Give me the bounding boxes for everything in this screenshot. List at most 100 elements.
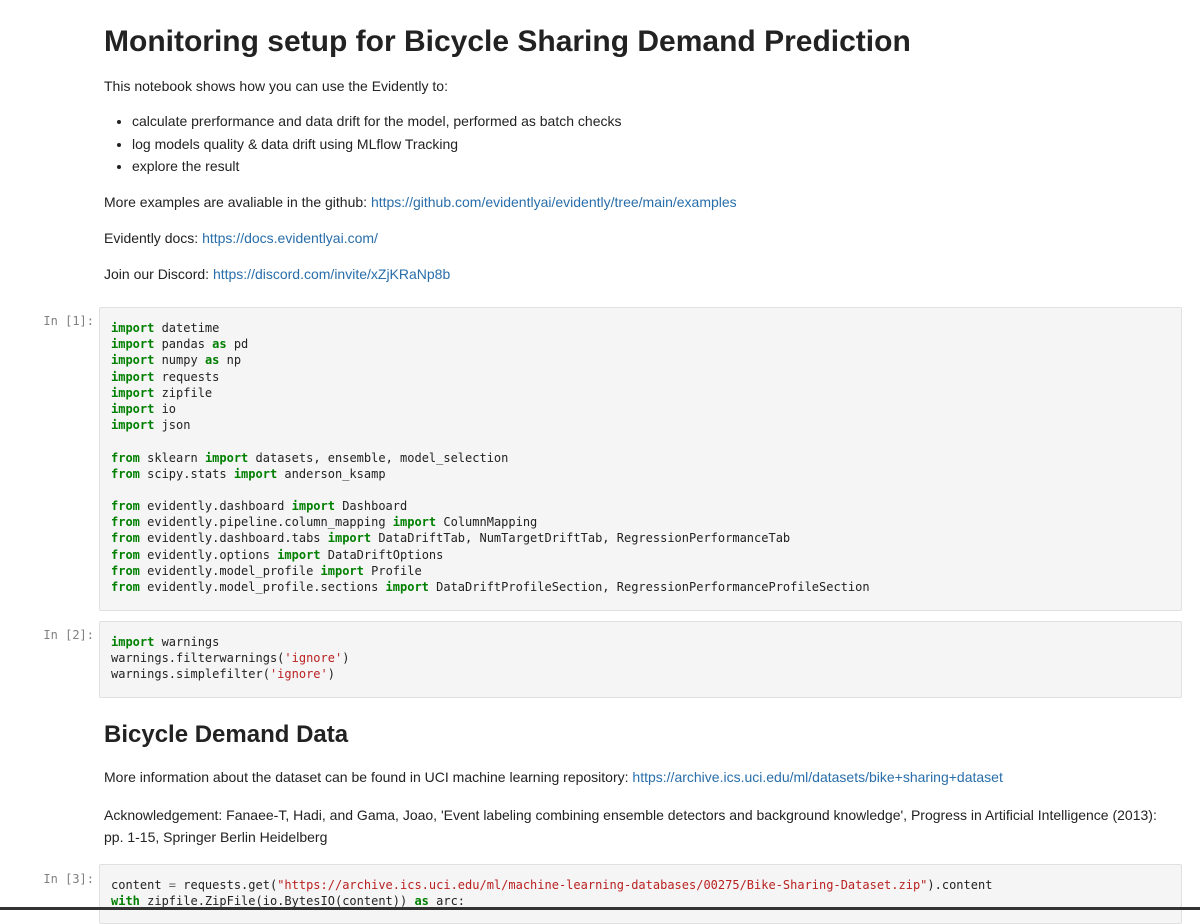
code-cell-2[interactable]: import warnings warnings.filterwarnings('… xyxy=(99,621,1182,698)
code-keyword: import xyxy=(233,466,278,481)
list-item: log models quality & data drift using ML… xyxy=(132,133,1160,156)
intro-text: This notebook shows how you can use the … xyxy=(104,78,448,94)
code-text: warnings.simplefilter( xyxy=(111,667,270,682)
uci-dataset-link[interactable]: https://archive.ics.uci.edu/ml/datasets/… xyxy=(632,769,1002,785)
code-keyword: import xyxy=(385,580,429,594)
code-text: pandas xyxy=(154,337,213,352)
code-text: warnings.filterwarnings( xyxy=(111,651,285,666)
code-cell-1[interactable]: import datetime import pandas as pd import… xyxy=(99,307,1182,611)
code-text: sklearn xyxy=(139,450,205,465)
code-string: 'ignore' xyxy=(284,651,343,666)
docs-line: Evidently docs: https://docs.evidentlyai… xyxy=(104,228,1160,248)
cell-prompt-3: In [3]: xyxy=(43,872,94,886)
code-text: ColumnMapping xyxy=(436,515,538,530)
code-text: numpy xyxy=(154,353,205,368)
markdown-cell-intro: Monitoring setup for Bicycle Sharing Dem… xyxy=(104,24,1160,284)
code-line: from evidently.pipeline.column_mapping i… xyxy=(111,514,1171,530)
code-keyword: import xyxy=(111,635,155,649)
code-string: 'ignore' xyxy=(269,667,328,682)
code-text: evidently.dashboard.tabs xyxy=(139,531,328,546)
code-keyword: import xyxy=(291,499,335,514)
code-text: requests.get( xyxy=(176,878,278,892)
code-text: datetime xyxy=(154,321,220,335)
code-text: zipfile xyxy=(154,385,213,400)
docs-label: Evidently docs: xyxy=(104,229,203,246)
code-keyword: from xyxy=(111,499,140,514)
code-keyword: from xyxy=(111,466,140,481)
acknowledgement-text: Acknowledgement: Fanaee-T, Hadi, and Gam… xyxy=(104,807,1157,845)
code-line: from evidently.options import DataDriftO… xyxy=(111,547,1171,563)
discord-link[interactable]: https://discord.com/invite/xZjKRaNp8b xyxy=(213,266,450,282)
code-text: evidently.model_profile xyxy=(139,563,321,578)
discord-label: Join our Discord: xyxy=(104,265,213,282)
list-item: calculate prerformance and data drift fo… xyxy=(132,110,1160,133)
examples-line: More examples are avaliable in the githu… xyxy=(104,192,1160,212)
code-keyword: from xyxy=(111,547,140,562)
code-keyword: from xyxy=(111,450,140,465)
code-line: import zipfile xyxy=(111,385,1171,401)
code-keyword: from xyxy=(111,563,140,578)
code-keyword: import xyxy=(204,450,249,465)
code-text: evidently.pipeline.column_mapping xyxy=(139,515,393,530)
code-keyword: import xyxy=(111,321,155,335)
code-text: DataDriftTab, NumTargetDriftTab, Regress… xyxy=(371,531,791,546)
code-line: import warnings xyxy=(111,634,1171,650)
code-string: "https://archive.ics.uci.edu/ml/machine-… xyxy=(277,878,928,892)
code-text: DataDriftProfileSection, RegressionPerfo… xyxy=(428,580,870,594)
github-examples-link[interactable]: https://github.com/evidentlyai/evidently… xyxy=(371,194,737,210)
code-cell-3[interactable]: content = requests.get("https://archive.… xyxy=(99,864,1182,924)
code-text: anderson_ksamp xyxy=(277,466,386,481)
code-text: evidently.dashboard xyxy=(139,499,292,514)
code-text: datasets, ensemble, model_selection xyxy=(248,450,509,465)
code-keyword: from xyxy=(111,580,140,594)
code-keyword: import xyxy=(111,418,155,433)
code-keyword: import xyxy=(111,353,155,368)
code-keyword: from xyxy=(111,531,140,546)
code-line: from sklearn import datasets, ensemble, … xyxy=(111,450,1171,466)
code-line: import numpy as np xyxy=(111,352,1171,368)
code-text: requests xyxy=(154,369,220,384)
discord-line: Join our Discord: https://discord.com/in… xyxy=(104,264,1160,284)
list-item: explore the result xyxy=(132,155,1160,178)
code-line: import pandas as pd xyxy=(111,336,1171,352)
code-line: warnings.filterwarnings('ignore') xyxy=(111,650,1171,666)
cell-prompt-1: In [1]: xyxy=(43,314,94,328)
code-line: from evidently.model_profile.sections im… xyxy=(111,579,1171,595)
code-line: content = requests.get("https://archive.… xyxy=(111,877,1171,893)
section-title: Bicycle Demand Data xyxy=(104,721,349,748)
code-text: json xyxy=(154,418,191,433)
code-text: ).content xyxy=(927,878,993,892)
code-text: io xyxy=(154,401,177,416)
code-keyword: from xyxy=(111,515,140,530)
code-text: = xyxy=(168,878,177,892)
code-keyword: import xyxy=(111,337,155,352)
code-keyword: as xyxy=(212,337,227,352)
cell-prompt-2: In [2]: xyxy=(43,628,94,642)
markdown-cell-bicycle-data: Bicycle Demand Data More information abo… xyxy=(104,720,1160,848)
code-line: from evidently.dashboard.tabs import Dat… xyxy=(111,530,1171,546)
code-text: np xyxy=(219,353,242,368)
feature-list: calculate prerformance and data drift fo… xyxy=(104,110,1160,178)
code-line: import requests xyxy=(111,369,1171,385)
code-text: warnings xyxy=(154,635,220,649)
code-line: from evidently.model_profile import Prof… xyxy=(111,563,1171,579)
docs-link[interactable]: https://docs.evidentlyai.com/ xyxy=(202,230,378,246)
dataset-info-label: More information about the dataset can b… xyxy=(104,769,633,785)
code-keyword: import xyxy=(320,563,364,578)
code-text: content xyxy=(111,878,169,892)
code-text: Profile xyxy=(363,563,422,578)
code-keyword: import xyxy=(327,531,372,546)
code-line: import json xyxy=(111,417,1171,433)
code-text: evidently.options xyxy=(139,547,278,562)
code-keyword: import xyxy=(111,401,155,416)
code-text: evidently.model_profile.sections xyxy=(139,580,386,594)
page-title: Monitoring setup for Bicycle Sharing Dem… xyxy=(104,25,911,58)
code-keyword: import xyxy=(111,385,155,400)
examples-label: More examples are avaliable in the githu… xyxy=(104,193,371,210)
code-text: Dashboard xyxy=(334,499,408,514)
code-keyword: import xyxy=(277,547,321,562)
code-line: warnings.simplefilter('ignore') xyxy=(111,666,1171,682)
code-line: from evidently.dashboard import Dashboar… xyxy=(111,498,1171,514)
